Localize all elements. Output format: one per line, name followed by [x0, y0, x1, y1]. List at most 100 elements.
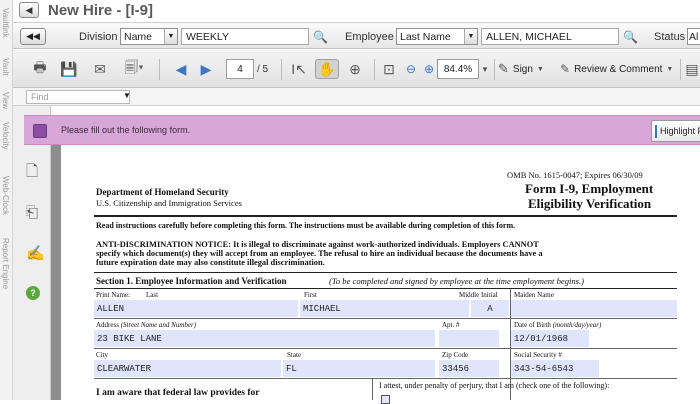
anti-discrimination-line3: future expiration date may also constitu…	[96, 258, 325, 267]
chevron-down-icon: ▼	[536, 65, 544, 73]
side-tab-vaultlink[interactable]: Vaultlink	[1, 8, 10, 38]
dob-label: Date of Birth (month/day/year)	[514, 321, 601, 329]
state-field[interactable]: FL	[283, 360, 435, 377]
double-left-arrow-icon: ◀◀	[26, 31, 40, 41]
review-comment-button[interactable]: ✎ Review & Comment ▼	[560, 59, 673, 79]
zip-label: Zip Code	[442, 351, 469, 359]
select-text-icon[interactable]: I↖	[289, 59, 309, 79]
employee-search-icon[interactable]: 🔍	[623, 28, 638, 45]
middle-initial-label: Middle Initial	[459, 291, 498, 299]
review-comment-label: Review & Comment	[574, 63, 663, 75]
toolbar-divider	[680, 59, 681, 80]
previous-page-icon[interactable]: ◀	[172, 59, 190, 79]
email-icon[interactable]: ✉	[89, 59, 111, 79]
divider	[94, 318, 677, 319]
back-button[interactable]: ◀	[19, 2, 39, 18]
address-field[interactable]: 23 BIKE LANE	[94, 330, 435, 347]
side-tab-view[interactable]: View	[1, 92, 10, 109]
city-field[interactable]: CLEARWATER	[94, 360, 281, 377]
middle-initial-field[interactable]: A	[471, 300, 509, 317]
address-label: Address (Street Name and Number)	[96, 321, 196, 329]
chevron-down-icon: ▼	[666, 65, 674, 73]
side-tab-report-engine[interactable]: Report Engine	[1, 238, 10, 289]
zoom-in-icon[interactable]: ⊕	[421, 59, 437, 79]
division-select-value: Name	[124, 30, 153, 43]
zoom-level-input[interactable]: 84.4%	[437, 59, 479, 79]
fit-page-icon[interactable]: ⊡	[379, 59, 399, 79]
maiden-name-field[interactable]	[511, 300, 677, 317]
back-arrow-icon: ◀	[25, 4, 33, 15]
state-label: State	[287, 351, 301, 359]
toolbar-divider	[281, 59, 282, 80]
form-title-line2: Eligibility Verification	[528, 196, 652, 211]
employee-select[interactable]: Last Name ▼	[396, 28, 478, 45]
divider	[94, 215, 677, 217]
signatures-icon[interactable]: ✍	[26, 244, 45, 262]
i9-form-page: OMB No. 1615-0047; Expires 06/30/09 Depa…	[61, 145, 700, 404]
column-divider	[372, 378, 373, 400]
status-select[interactable]: Al	[687, 28, 700, 45]
navigation-panel: 🗋 ⎗ ✍ ?	[13, 106, 51, 400]
employee-input[interactable]: ALLEN, MICHAEL	[481, 28, 619, 45]
apt-field[interactable]	[439, 330, 499, 347]
find-placeholder: Find	[31, 92, 49, 102]
divider	[94, 288, 677, 289]
side-tabs: Vaultlink Vault View Velocity Web-Clock …	[0, 0, 13, 400]
sign-button[interactable]: ✎ Sign ▼	[498, 59, 544, 79]
last-name-label: Last	[146, 291, 159, 299]
collapse-button[interactable]: ◀◀	[20, 28, 46, 45]
find-input[interactable]: Find	[26, 90, 130, 104]
anti-discrimination-line2: specify which document(s) they will acce…	[96, 249, 543, 258]
save-icon[interactable]: 💾	[59, 59, 79, 79]
side-tab-web-clock[interactable]: Web-Clock	[1, 176, 10, 215]
highlight-icon	[655, 124, 657, 138]
ssn-field[interactable]: 343-54-6543	[511, 360, 599, 377]
chevron-down-icon: ▼	[464, 29, 477, 44]
employee-select-value: Last Name	[400, 30, 451, 43]
division-input[interactable]: WEEKLY	[181, 28, 309, 45]
sign-label: Sign	[512, 63, 533, 75]
division-select[interactable]: Name ▼	[120, 28, 178, 45]
agency-name: U.S. Citizenship and Immigration Service…	[96, 198, 242, 208]
zoom-out-icon[interactable]: ⊖	[403, 59, 419, 79]
panel-toggle-icon[interactable]: ▤	[685, 59, 699, 79]
zip-field[interactable]: 33456	[439, 360, 499, 377]
division-search-icon[interactable]: 🔍	[313, 28, 328, 45]
address-label-note: (Street Name and Number)	[120, 321, 197, 329]
maiden-name-label: Maiden Name	[514, 291, 554, 299]
comment-icon: ✎	[560, 62, 571, 76]
side-tab-vault[interactable]: Vault	[1, 58, 10, 76]
find-bar: Find ▼	[13, 88, 700, 106]
pages-icon[interactable]: 🗋	[26, 161, 38, 186]
first-name-field[interactable]: MICHAEL	[300, 300, 469, 317]
print-icon[interactable]: 🖶	[30, 59, 50, 79]
toolbar-divider	[374, 59, 375, 80]
hand-tool-icon[interactable]: ✋	[315, 59, 339, 79]
form-icon	[33, 124, 47, 138]
pages-menu-icon[interactable]: 🗐▾	[119, 59, 149, 79]
department-name: Department of Homeland Security	[96, 187, 229, 197]
page-number-input[interactable]: 4	[226, 59, 254, 79]
address-label-text: Address	[96, 321, 119, 329]
status-label: Status	[654, 30, 686, 43]
division-label: Division	[79, 30, 118, 43]
side-tab-velocity[interactable]: Velocity	[1, 122, 10, 150]
divider	[94, 348, 677, 349]
banner-message: Please fill out the following form.	[61, 125, 191, 135]
document-viewport: OMB No. 1615-0047; Expires 06/30/09 Depa…	[51, 145, 700, 404]
help-icon[interactable]: ?	[26, 286, 40, 300]
marquee-zoom-icon[interactable]: ⊕	[343, 59, 367, 79]
federal-law-notice: I am aware that federal law provides for	[96, 388, 260, 398]
find-dropdown-icon[interactable]: ▼	[123, 91, 131, 100]
ssn-label: Social Security #	[514, 351, 562, 359]
apt-label: Apt. #	[442, 321, 460, 329]
attachments-icon[interactable]: ⎗	[26, 204, 38, 221]
read-instructions: Read instructions carefully before compl…	[96, 221, 516, 230]
dob-field[interactable]: 12/01/1968	[511, 330, 589, 347]
next-page-icon[interactable]: ▶	[197, 59, 215, 79]
highlight-fields-button[interactable]: Highlight Fiel	[651, 120, 700, 142]
zoom-dropdown-icon[interactable]: ▼	[480, 59, 490, 79]
last-name-field[interactable]: ALLEN	[94, 300, 298, 317]
divider	[94, 272, 677, 273]
city-label: City	[96, 351, 109, 359]
